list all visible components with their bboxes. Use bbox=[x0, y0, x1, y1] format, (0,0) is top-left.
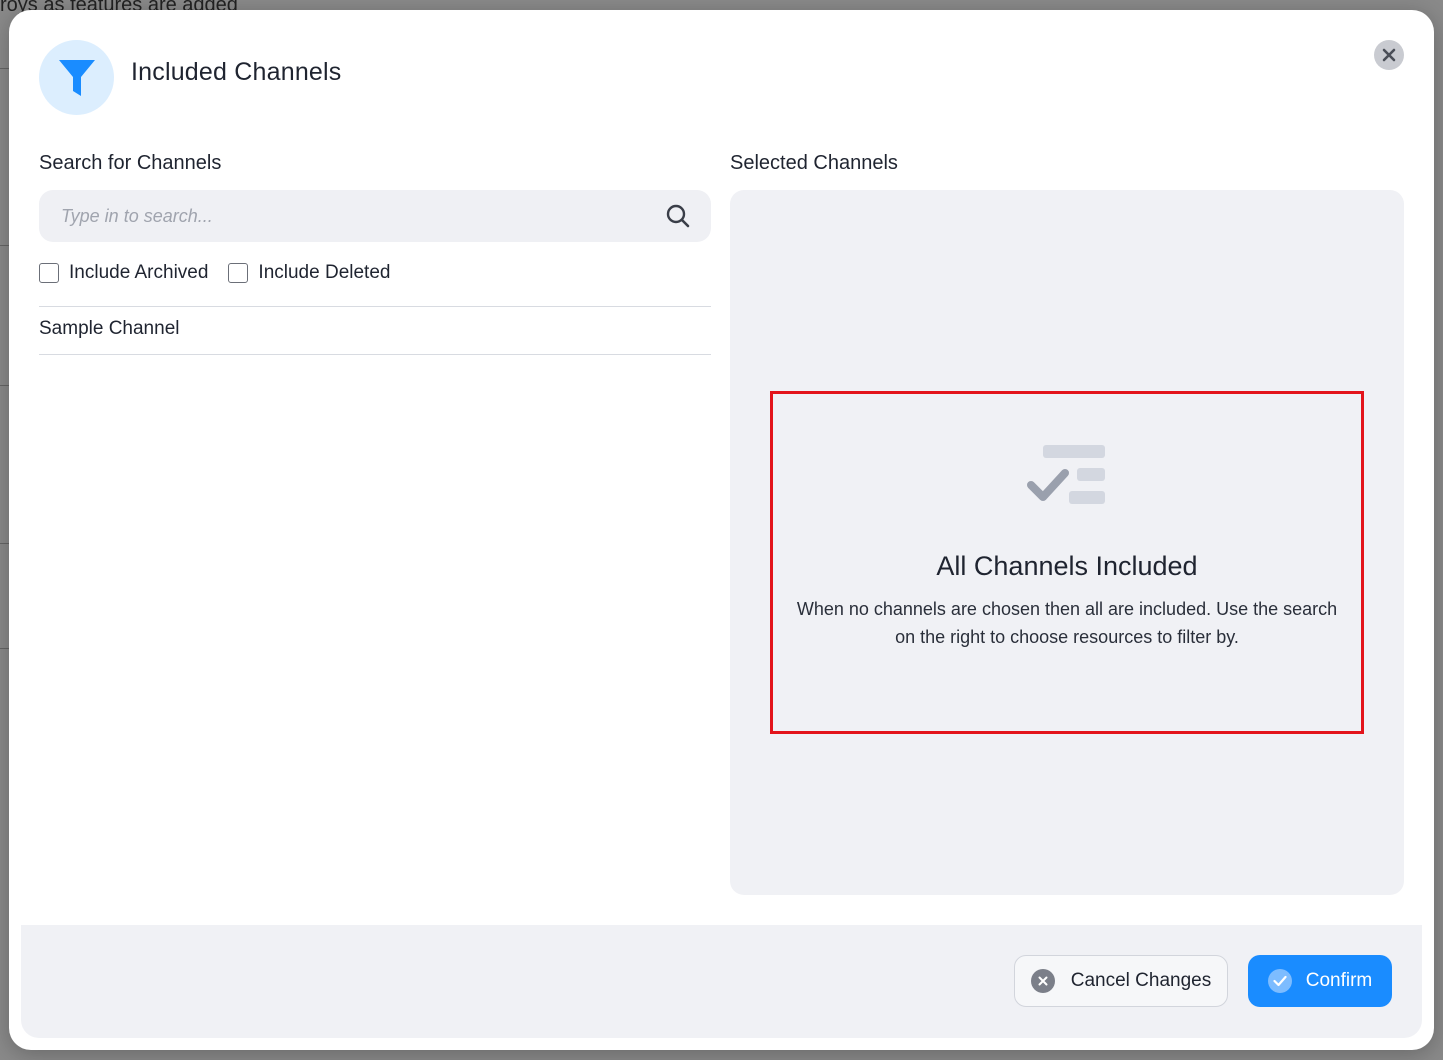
list-divider bbox=[39, 354, 711, 355]
list-divider bbox=[39, 306, 711, 307]
search-section-label: Search for Channels bbox=[39, 152, 222, 174]
check-icon bbox=[1267, 969, 1292, 993]
include-deleted-checkbox[interactable]: Include Deleted bbox=[228, 262, 390, 284]
include-archived-checkbox[interactable]: Include Archived bbox=[39, 262, 208, 284]
modal-title: Included Channels bbox=[131, 58, 342, 86]
included-channels-modal: Included Channels Search for Channels In… bbox=[9, 10, 1434, 1050]
filter-icon bbox=[39, 40, 114, 115]
cancel-changes-button[interactable]: Cancel Changes bbox=[1014, 955, 1228, 1007]
checkbox-box[interactable] bbox=[39, 263, 59, 283]
channel-list-item[interactable]: Sample Channel bbox=[39, 318, 179, 340]
confirm-label: Confirm bbox=[1305, 970, 1373, 991]
checkbox-box[interactable] bbox=[228, 263, 249, 283]
checkbox-label: Include Archived bbox=[69, 262, 209, 283]
empty-state-description: When no channels are chosen then all are… bbox=[796, 599, 1338, 647]
close-icon bbox=[1382, 48, 1396, 62]
cancel-icon bbox=[1030, 969, 1055, 993]
checklist-icon bbox=[1027, 445, 1105, 504]
confirm-button[interactable]: Confirm bbox=[1248, 955, 1392, 1007]
cancel-label: Cancel Changes bbox=[1070, 970, 1212, 991]
empty-state-title: All Channels Included bbox=[936, 551, 1198, 581]
selected-section-label: Selected Channels bbox=[730, 152, 898, 174]
close-button[interactable] bbox=[1374, 40, 1404, 70]
filter-options: Include Archived Include Deleted bbox=[39, 262, 410, 284]
checkbox-label: Include Deleted bbox=[258, 262, 391, 283]
search-field[interactable] bbox=[39, 190, 711, 242]
search-input[interactable] bbox=[59, 204, 665, 228]
search-icon[interactable] bbox=[665, 203, 691, 229]
